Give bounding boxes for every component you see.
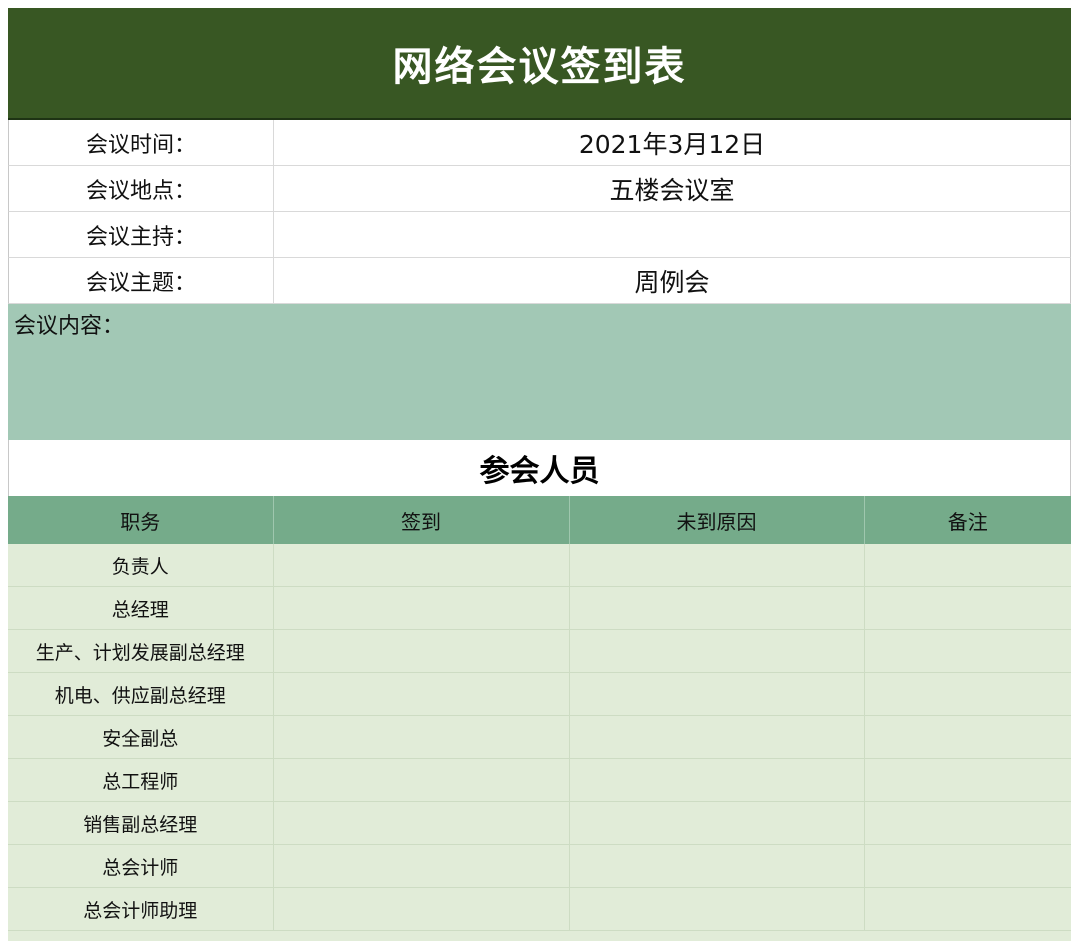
reason-cell[interactable]	[569, 887, 865, 931]
note-cell[interactable]	[864, 715, 1071, 759]
attendees-title: 参会人员	[8, 440, 1071, 496]
column-header-sign: 签到	[273, 496, 570, 544]
table-row: 总会计师助理	[8, 887, 1071, 931]
sign-cell[interactable]	[273, 844, 570, 888]
reason-cell[interactable]	[569, 715, 865, 759]
meeting-content-label: 会议内容：	[14, 314, 125, 339]
reason-cell[interactable]	[569, 544, 865, 587]
info-value-time[interactable]: 2021年3月12日	[274, 120, 1070, 165]
info-value-topic[interactable]: 周例会	[274, 258, 1070, 303]
reason-cell[interactable]	[569, 758, 865, 802]
table-row: 生产、计划发展副总经理	[8, 629, 1071, 673]
attendance-table: 职务 签到 未到原因 备注 负责人 总经理 生产、计划发展副总经理 机电、供应副…	[8, 496, 1071, 931]
note-cell[interactable]	[864, 672, 1071, 716]
info-label-time: 会议时间：	[9, 120, 274, 165]
note-cell[interactable]	[864, 887, 1071, 931]
column-header-note: 备注	[864, 496, 1071, 544]
sign-cell[interactable]	[273, 715, 570, 759]
sign-cell[interactable]	[273, 758, 570, 802]
sign-cell[interactable]	[273, 629, 570, 673]
role-cell: 生产、计划发展副总经理	[8, 629, 274, 673]
role-cell: 总经理	[8, 586, 274, 630]
reason-cell[interactable]	[569, 672, 865, 716]
role-cell: 机电、供应副总经理	[8, 672, 274, 716]
role-cell: 安全副总	[8, 715, 274, 759]
column-header-role: 职务	[8, 496, 274, 544]
role-cell: 总工程师	[8, 758, 274, 802]
note-cell[interactable]	[864, 844, 1071, 888]
info-row-topic: 会议主题： 周例会	[8, 258, 1071, 304]
table-row: 总会计师	[8, 844, 1071, 888]
note-cell[interactable]	[864, 586, 1071, 630]
partial-table-row	[8, 931, 1071, 941]
role-cell: 负责人	[8, 544, 274, 587]
info-label-topic: 会议主题：	[9, 258, 274, 303]
sign-in-sheet: 网络会议签到表 会议时间： 2021年3月12日 会议地点： 五楼会议室 会议主…	[8, 8, 1071, 931]
sign-cell[interactable]	[273, 887, 570, 931]
sheet-title: 网络会议签到表	[392, 44, 687, 90]
column-header-reason: 未到原因	[569, 496, 865, 544]
sign-cell[interactable]	[273, 544, 570, 587]
table-row: 总经理	[8, 586, 1071, 630]
reason-cell[interactable]	[569, 844, 865, 888]
info-value-location[interactable]: 五楼会议室	[274, 166, 1070, 211]
table-row: 总工程师	[8, 758, 1071, 802]
note-cell[interactable]	[864, 801, 1071, 845]
reason-cell[interactable]	[569, 586, 865, 630]
table-row: 负责人	[8, 544, 1071, 587]
note-cell[interactable]	[864, 758, 1071, 802]
info-row-time: 会议时间： 2021年3月12日	[8, 120, 1071, 166]
info-row-host: 会议主持：	[8, 212, 1071, 258]
meeting-content-block[interactable]: 会议内容：	[8, 304, 1071, 440]
info-value-host[interactable]	[274, 212, 1070, 257]
role-cell: 销售副总经理	[8, 801, 274, 845]
sign-cell[interactable]	[273, 672, 570, 716]
info-label-location: 会议地点：	[9, 166, 274, 211]
table-header-row: 职务 签到 未到原因 备注	[8, 496, 1071, 544]
reason-cell[interactable]	[569, 801, 865, 845]
sign-cell[interactable]	[273, 586, 570, 630]
info-row-location: 会议地点： 五楼会议室	[8, 166, 1071, 212]
note-cell[interactable]	[864, 544, 1071, 587]
info-label-host: 会议主持：	[9, 212, 274, 257]
reason-cell[interactable]	[569, 629, 865, 673]
note-cell[interactable]	[864, 629, 1071, 673]
title-bar: 网络会议签到表	[8, 8, 1071, 120]
role-cell: 总会计师	[8, 844, 274, 888]
sign-cell[interactable]	[273, 801, 570, 845]
table-row: 安全副总	[8, 715, 1071, 759]
table-row: 销售副总经理	[8, 801, 1071, 845]
role-cell: 总会计师助理	[8, 887, 274, 931]
table-row: 机电、供应副总经理	[8, 672, 1071, 716]
